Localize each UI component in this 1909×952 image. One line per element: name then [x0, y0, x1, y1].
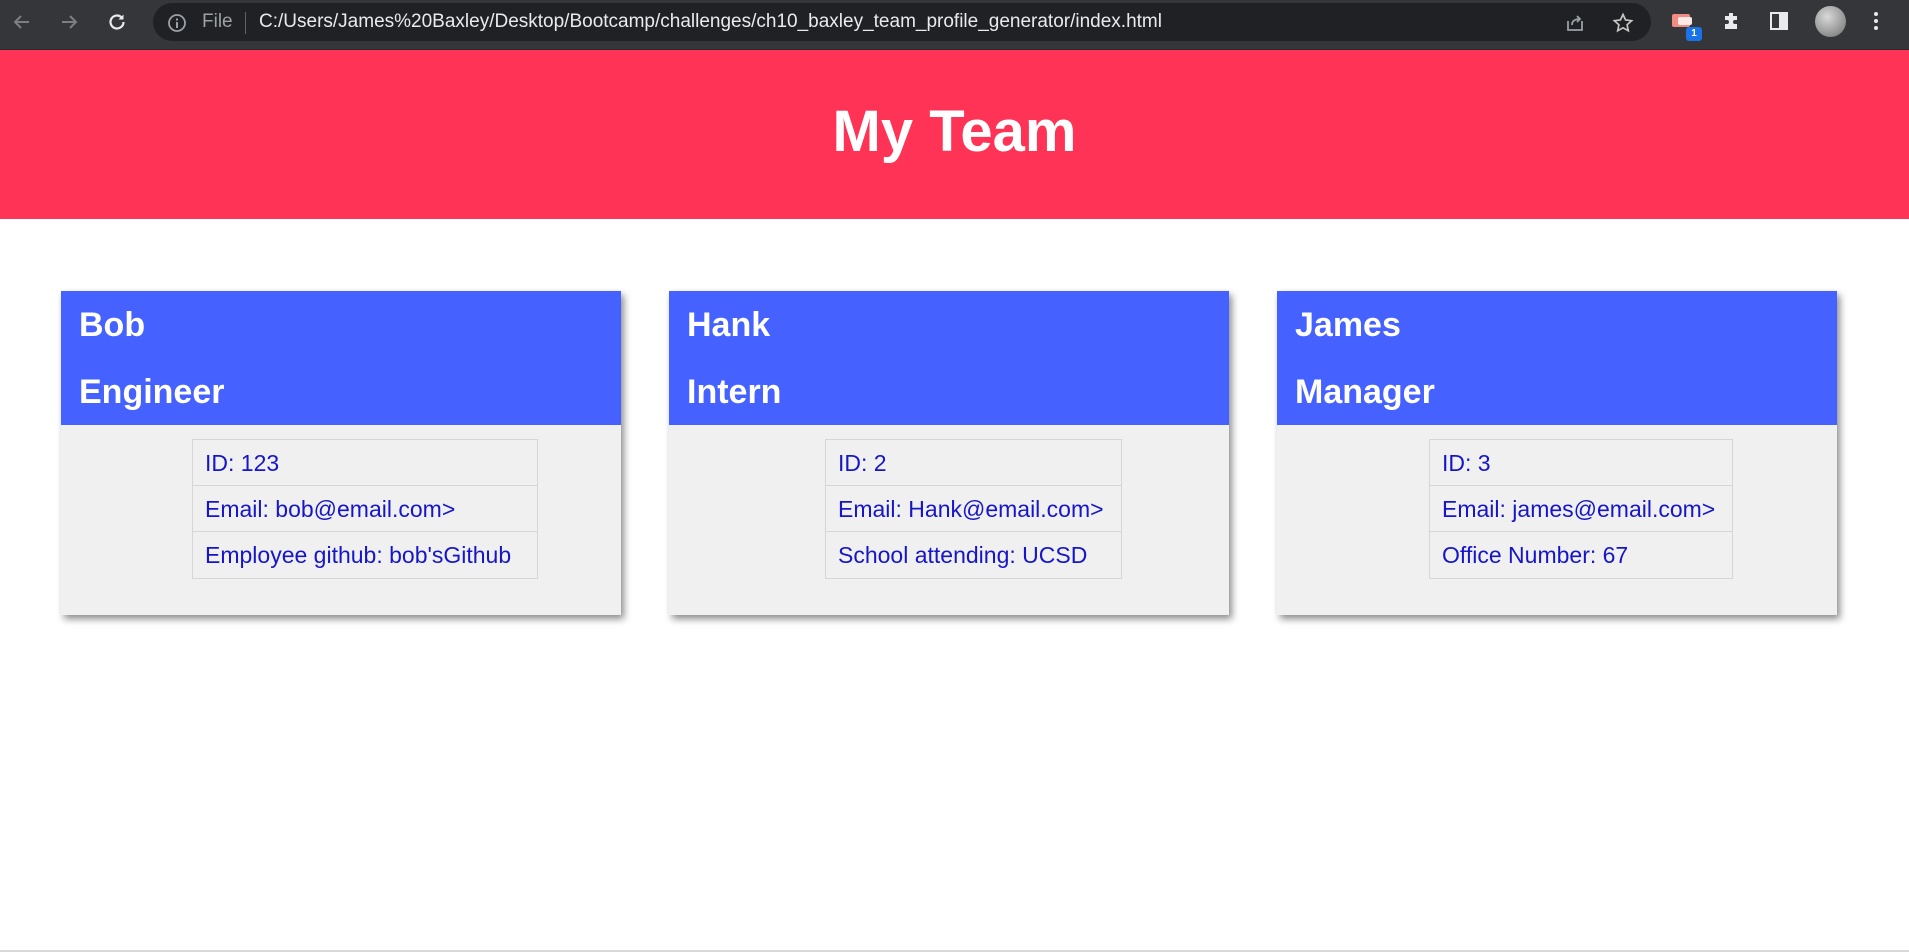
list-item: Employee github: bob'sGithub	[205, 542, 512, 568]
info-icon[interactable]	[167, 13, 187, 38]
side-panel-icon[interactable]	[1768, 10, 1790, 37]
extension-badge: 1	[1686, 27, 1702, 41]
employee-role: Engineer	[79, 373, 225, 411]
back-icon[interactable]	[9, 9, 35, 35]
employee-role: Intern	[687, 373, 782, 411]
forward-icon[interactable]	[56, 9, 82, 35]
employee-name: Hank	[687, 306, 771, 344]
employee-role: Manager	[1295, 373, 1435, 411]
browser-toolbar: File C:/Users/James%20Baxley/Desktop/Boo…	[0, 0, 1909, 50]
card-header: James Manager	[1277, 291, 1837, 425]
employee-name: James	[1295, 306, 1401, 344]
scheme-label: File	[202, 11, 233, 32]
info-list: ID: 123 Email: bob@email.com> Employee g…	[192, 439, 538, 579]
list-item: Email: bob@email.com>	[193, 486, 537, 532]
puzzle-icon[interactable]	[1721, 10, 1743, 37]
star-icon[interactable]	[1612, 12, 1634, 39]
employee-card-james: James Manager ID: 3 Email: james@email.c…	[1277, 291, 1837, 615]
list-item: Email: james@email.com>	[1430, 486, 1732, 532]
profile-avatar[interactable]	[1815, 6, 1846, 37]
list-item: Email: Hank@email.com>	[826, 486, 1121, 532]
info-list: ID: 3 Email: james@email.com> Office Num…	[1429, 439, 1733, 579]
info-list: ID: 2 Email: Hank@email.com> School atte…	[825, 439, 1122, 579]
list-item: ID: 123	[193, 440, 537, 486]
card-header: Hank Intern	[669, 291, 1229, 425]
share-icon[interactable]	[1564, 12, 1586, 39]
more-icon[interactable]	[1866, 10, 1886, 37]
list-item: ID: 2	[826, 440, 1121, 486]
card-header: Bob Engineer	[61, 291, 621, 425]
page-header: My Team	[0, 50, 1909, 219]
employee-card-bob: Bob Engineer ID: 123 Email: bob@email.co…	[61, 291, 621, 615]
page-title: My Team	[832, 99, 1077, 164]
list-item: School attending: UCSD	[838, 542, 1088, 568]
url-text[interactable]: C:/Users/James%20Baxley/Desktop/Bootcamp…	[259, 12, 1162, 32]
employee-card-hank: Hank Intern ID: 2 Email: Hank@email.com>…	[669, 291, 1229, 615]
reload-icon[interactable]	[104, 9, 130, 35]
list-item: Office Number: 67	[1442, 542, 1629, 568]
address-bar[interactable]: File C:/Users/James%20Baxley/Desktop/Boo…	[153, 3, 1651, 41]
omnibox-divider	[245, 12, 246, 34]
employee-name: Bob	[79, 306, 146, 344]
list-item: ID: 3	[1430, 440, 1732, 486]
